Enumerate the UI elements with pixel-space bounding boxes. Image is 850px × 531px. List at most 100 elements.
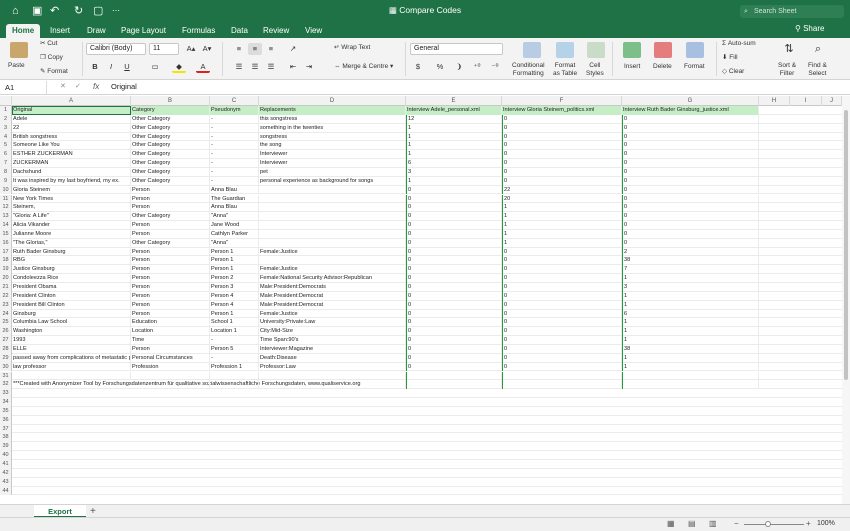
row-header[interactable]: 14 [0,221,12,230]
cell[interactable]: Person 1 [210,247,259,257]
search-sheet-input[interactable]: ⌕ Search Sheet [740,5,844,18]
zoom-in-icon[interactable]: + [806,519,811,528]
conditional-formatting-button[interactable]: Conditional Formatting [512,62,545,78]
cell[interactable]: 0 [622,229,759,239]
cell[interactable]: Death:Disease [259,353,406,363]
cell[interactable]: 0 [502,362,622,372]
cell[interactable]: Justice Ginsburg [12,265,131,275]
cell[interactable]: 38 [622,256,759,266]
cell[interactable]: Person [131,194,210,204]
cell[interactable]: 0 [406,185,502,195]
cell[interactable]: 0 [406,291,502,301]
cell[interactable]: Interview Gloria Steinem_politics.xml [502,106,622,115]
cell[interactable]: Person [131,283,210,292]
cell[interactable]: Person 3 [210,283,259,292]
cell[interactable]: Female:Justice [259,247,406,257]
cell[interactable]: Time Span:90's [259,336,406,345]
tab-page-layout[interactable]: Page Layout [115,24,172,38]
cell[interactable]: Other Category [131,159,210,168]
cell[interactable]: 0 [406,318,502,328]
fill-color-icon[interactable]: ◆ [172,61,186,73]
cell[interactable]: 0 [502,327,622,337]
cell[interactable]: 1 [502,203,622,213]
cell[interactable]: 0 [406,344,502,354]
cell[interactable]: Location [131,327,210,337]
cell[interactable]: Steinem, [12,203,131,213]
row-header[interactable]: 35 [0,406,12,416]
cell[interactable]: 20 [502,194,622,204]
cell[interactable]: ZUCKERMAN [12,159,131,168]
cell[interactable]: 0 [622,167,759,177]
cell[interactable]: Anna Blau [210,185,259,195]
row-header[interactable]: 13 [0,212,12,222]
cell[interactable]: Personal Circumstances [131,353,210,363]
copy-button[interactable]: ❐ Copy [40,54,63,62]
paste-icon[interactable] [10,42,28,58]
cell[interactable]: ESTHER ZUCKERMAN [12,150,131,160]
cell[interactable]: 0 [502,291,622,301]
cell[interactable]: "The Glorias," [12,238,131,248]
cell[interactable]: 12 [406,114,502,124]
cell[interactable]: City:Mid-Size [259,327,406,337]
cell[interactable]: 0 [502,300,622,310]
cell[interactable]: - [210,150,259,160]
cell[interactable]: Person 1 [210,256,259,266]
row-header[interactable]: 31 [0,371,12,381]
cell[interactable]: Female:Justice [259,265,406,275]
align-middle-icon[interactable]: ≡ [248,43,262,55]
cell[interactable] [622,371,759,381]
cell[interactable]: 0 [502,344,622,354]
cell[interactable]: 0 [622,150,759,160]
cell[interactable] [210,371,259,381]
italic-button[interactable]: I [104,61,118,73]
cell[interactable]: Male:President:Democrat [259,300,406,310]
cell[interactable]: 1 [622,362,759,372]
tab-formulas[interactable]: Formulas [176,24,221,38]
row-header[interactable]: 36 [0,415,12,425]
cell[interactable]: 0 [502,336,622,345]
cell[interactable]: 0 [502,167,622,177]
cell[interactable]: - [210,123,259,133]
column-header-h[interactable]: H [759,96,790,106]
tab-data[interactable]: Data [225,24,254,38]
row-header[interactable]: 12 [0,203,12,213]
cell[interactable]: this songstress [259,114,406,124]
row-header[interactable]: 25 [0,318,12,328]
row-header[interactable]: 21 [0,283,12,292]
cell[interactable]: 6 [406,159,502,168]
cell[interactable]: Person [131,265,210,275]
row-header[interactable]: 18 [0,256,12,266]
cell[interactable]: Interview Adele_personal.xml [406,106,502,115]
cancel-icon[interactable]: ✕ [60,82,66,90]
cell[interactable]: President Obama [12,283,131,292]
cell[interactable] [259,203,406,213]
row-header[interactable]: 24 [0,309,12,319]
row-header[interactable]: 6 [0,150,12,160]
cell[interactable]: 0 [622,141,759,151]
cell[interactable]: 0 [406,300,502,310]
bold-button[interactable]: B [88,61,102,73]
cell[interactable]: 0 [502,114,622,124]
cell[interactable]: 0 [502,247,622,257]
cell[interactable]: Julianne Moore [12,229,131,239]
row-header[interactable]: 17 [0,247,12,257]
underline-button[interactable]: U [120,61,134,73]
cell[interactable]: Profession [131,362,210,372]
cell[interactable]: Other Category [131,123,210,133]
cell[interactable]: 0 [502,353,622,363]
cell[interactable] [259,238,406,248]
row-header[interactable]: 42 [0,468,12,478]
row-header[interactable]: 15 [0,229,12,239]
clear-button[interactable]: ◇ Clear [722,68,744,76]
cell[interactable]: Person [131,229,210,239]
currency-icon[interactable]: $ [411,61,425,73]
cell[interactable]: 0 [502,159,622,168]
cell[interactable]: 1993 [12,336,131,345]
tab-home[interactable]: Home [6,24,41,38]
cell[interactable]: 0 [406,221,502,230]
cell[interactable]: 1 [622,300,759,310]
cell[interactable]: something in the twenties [259,123,406,133]
cell[interactable]: University:Private:Law [259,318,406,328]
row-header[interactable]: 7 [0,159,12,168]
sort-filter-icon[interactable]: ⇅ [782,43,796,55]
